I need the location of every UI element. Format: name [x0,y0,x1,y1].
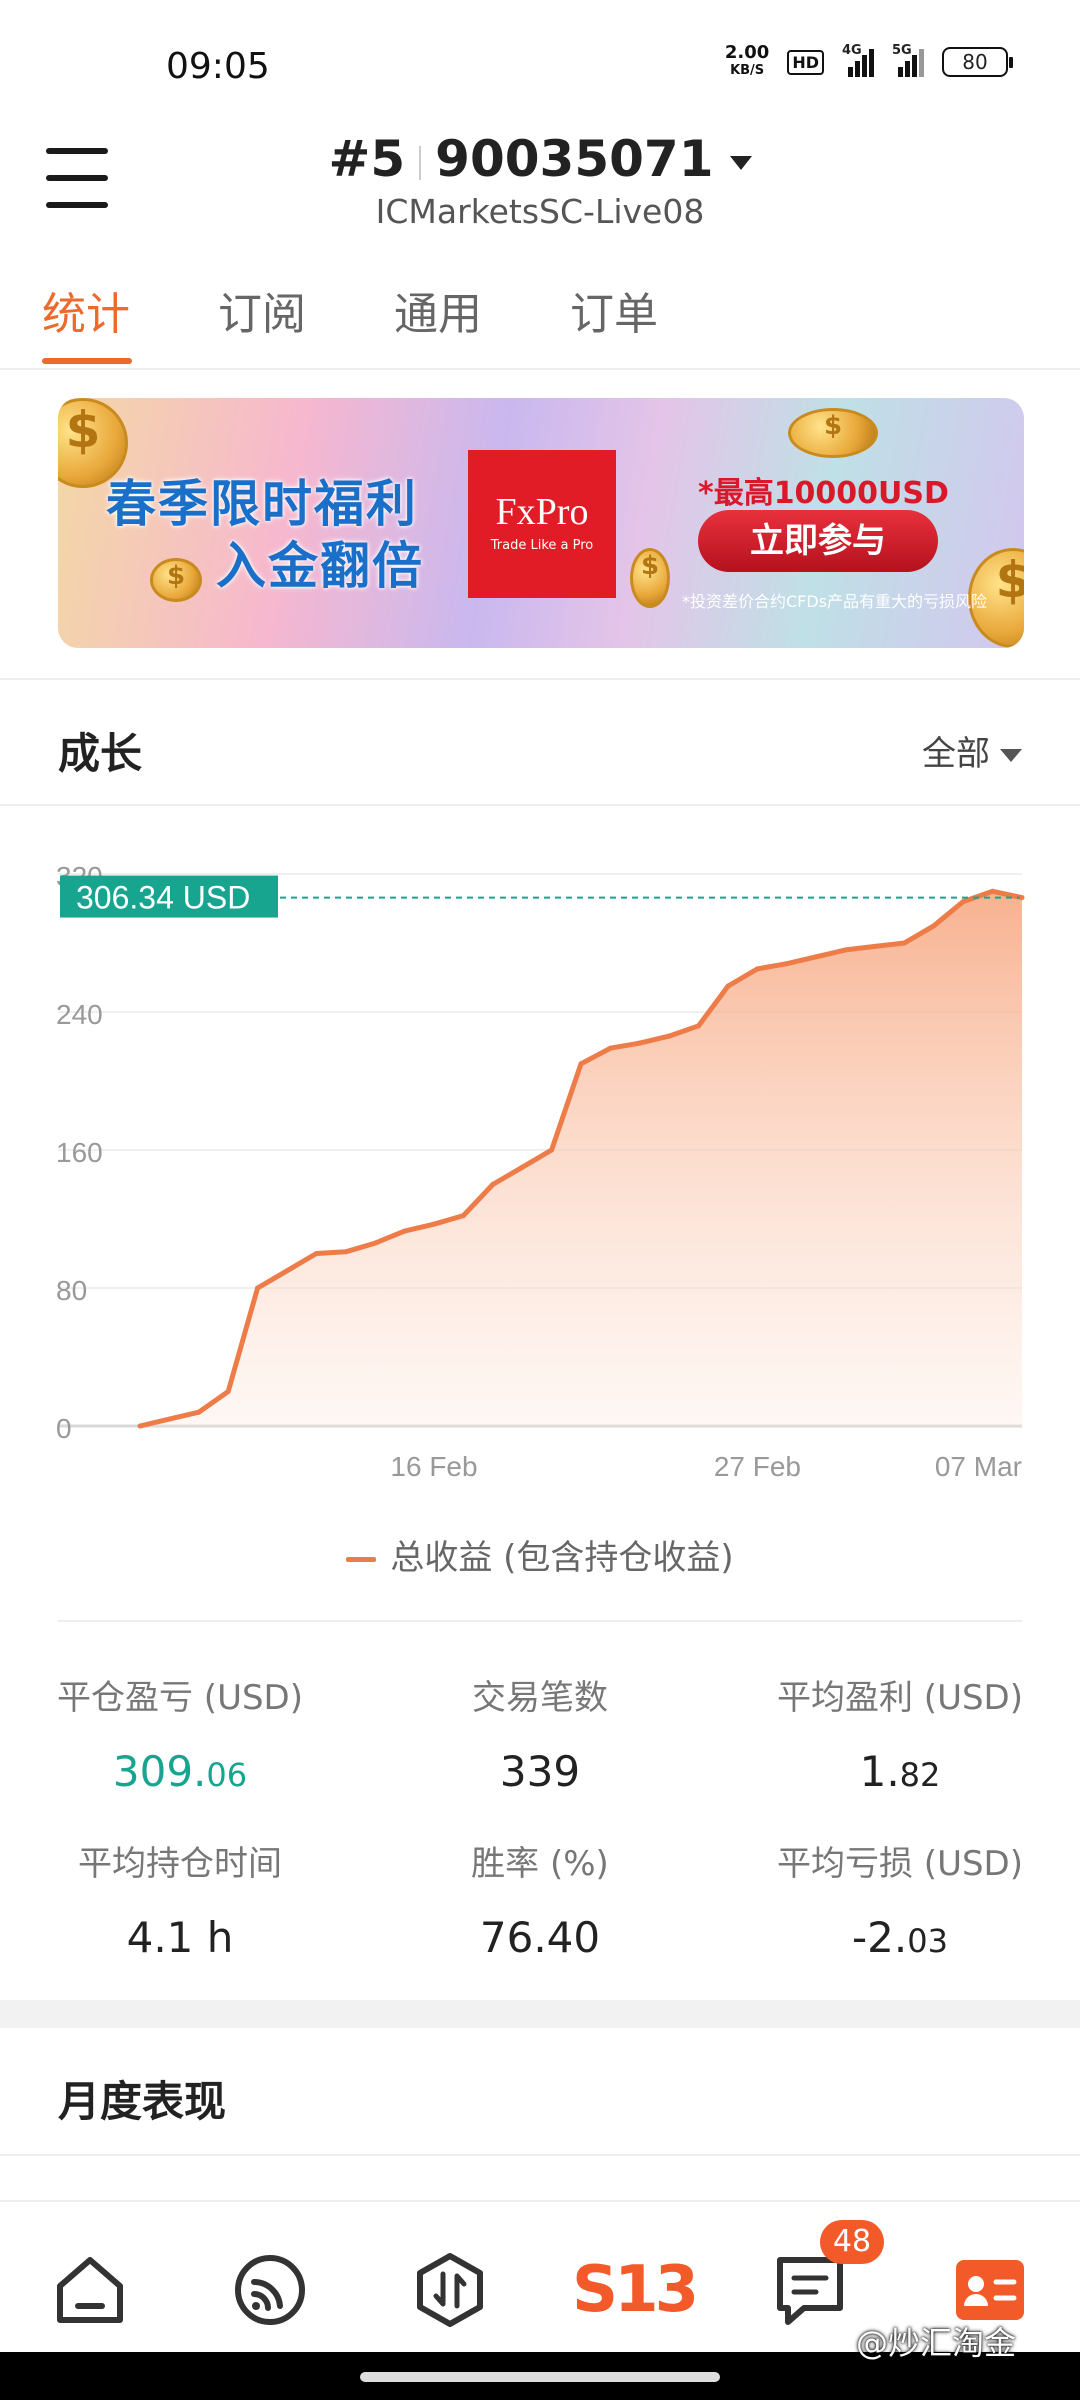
battery-icon: 80 [942,47,1013,77]
range-select[interactable]: 全部 [922,726,1022,775]
chevron-down-icon [729,155,752,170]
data-point [990,888,996,894]
chart-legend: 总收益 (包含持仓收益) [0,1530,1080,1579]
tab-subscribe[interactable]: 订阅 [218,278,306,342]
account-selector[interactable]: #5 90035071 [0,130,1080,188]
tab-orders[interactable]: 订单 [570,278,658,342]
data-point [196,1409,202,1415]
home-indicator[interactable] [360,2372,720,2382]
data-point [255,1285,261,1291]
data-point [431,1221,437,1227]
data-point [931,923,937,929]
stat-avg-profit: 平均盈利 (USD) 1.82 [777,1678,1023,1796]
coin-icon [630,548,670,608]
x-tick-label: 16 Feb [390,1451,477,1480]
monthly-title: 月度表现 [58,2077,227,2126]
data-point [549,1147,555,1153]
watermark: @炒汇淘金 [856,2324,1017,2362]
server-name: ICMarketsSC-Live08 [375,192,705,231]
growth-chart-svg: 08016024032016 Feb27 Feb07 Mar 306.34 US… [56,861,1025,1480]
stat-avg-loss: 平均亏损 (USD) -2.03 [777,1844,1023,1962]
data-point [637,1040,643,1046]
data-point [725,983,731,989]
section-separator [0,2000,1080,2028]
account-number: 90035071 [435,130,714,188]
stat-trades: 交易笔数 339 [472,1678,608,1796]
data-point [460,1213,466,1219]
divider [0,2154,1080,2156]
growth-title: 成长 [58,729,143,778]
data-point [784,961,790,967]
fxpro-logo: FxPro Trade Like a Pro [468,450,616,598]
data-point [754,966,760,972]
coin-icon [150,558,202,602]
data-point [901,940,907,946]
trade-icon[interactable] [410,2250,490,2330]
legend-label: 总收益 (包含持仓收益) [390,1538,734,1578]
y-tick-label: 160 [56,1137,103,1168]
data-point [284,1268,290,1274]
data-point [1019,895,1025,901]
promo-banner[interactable]: 春季限时福利 入金翻倍 FxPro Trade Like a Pro *最高10… [58,398,1024,648]
data-point [578,1061,584,1067]
coin-icon [788,408,878,458]
data-point [666,1033,672,1039]
stat-win-rate: 胜率 (%) 76.40 [471,1844,609,1962]
account-header: #5 90035071 ICMarketsSC-Live08 [0,120,1080,250]
signal-4g-icon: 4G [842,43,874,77]
data-point [225,1389,231,1394]
data-point [519,1164,525,1170]
x-tick-label: 07 Mar [935,1451,1022,1480]
network-speed: 2.00 KB/S [724,42,770,79]
growth-chart: 08016024032016 Feb27 Feb07 Mar 306.34 US… [0,840,1080,1480]
data-point [313,1251,319,1256]
messages-badge: 48 [820,2220,884,2264]
stat-avg-hold-time: 平均持仓时间 4.1 h [78,1844,282,1962]
legend-swatch [346,1557,377,1562]
data-point [343,1249,349,1255]
data-point [137,1423,143,1429]
signal-5g-icon: 5G [892,43,924,77]
chevron-down-icon [1000,749,1022,762]
banner-subheadline: 入金翻倍 [216,537,424,595]
growth-area [140,891,1022,1426]
x-tick-label: 27 Feb [714,1451,801,1480]
y-tick-label: 0 [56,1413,72,1444]
tab-general[interactable]: 通用 [394,278,482,342]
tab-statistics[interactable]: 统计 [42,278,130,342]
risk-disclaimer: *投资差价合约CFDs产品有重大的亏损风险 [682,592,988,611]
join-now-button[interactable]: 立即参与 [698,510,938,572]
divider [0,678,1080,680]
divider [0,804,1080,806]
s13-logo[interactable]: S13 [572,2250,699,2330]
feed-icon[interactable] [230,2250,310,2330]
data-point [696,1023,702,1029]
data-point [402,1228,408,1234]
data-point [872,943,878,949]
stat-closed-pl: 平仓盈亏 (USD) 309.06 [57,1678,303,1796]
data-point [372,1240,378,1246]
status-bar: 09:05 2.00 KB/S HD 4G 5G 80 [0,0,1080,120]
status-time: 09:05 [166,46,270,87]
account-index: #5 [328,130,406,188]
status-icons: 2.00 KB/S HD 4G 5G 80 [724,42,1013,80]
banner-max-amount: *最高10000USD [698,476,949,511]
divider [58,1620,1022,1622]
data-point [960,899,966,905]
hd-voice-icon: HD [787,49,824,75]
tab-bar: 统计 订阅 通用 订单 [0,270,1080,370]
data-point [166,1416,172,1422]
y-tick-label: 80 [56,1275,87,1306]
data-point [843,947,849,953]
data-point [490,1182,496,1187]
home-icon[interactable] [50,2250,130,2330]
current-value-label: 306.34 USD [76,880,250,916]
data-point [813,954,819,960]
y-tick-label: 240 [56,999,103,1030]
active-tab-indicator [42,358,132,364]
data-point [607,1045,613,1051]
